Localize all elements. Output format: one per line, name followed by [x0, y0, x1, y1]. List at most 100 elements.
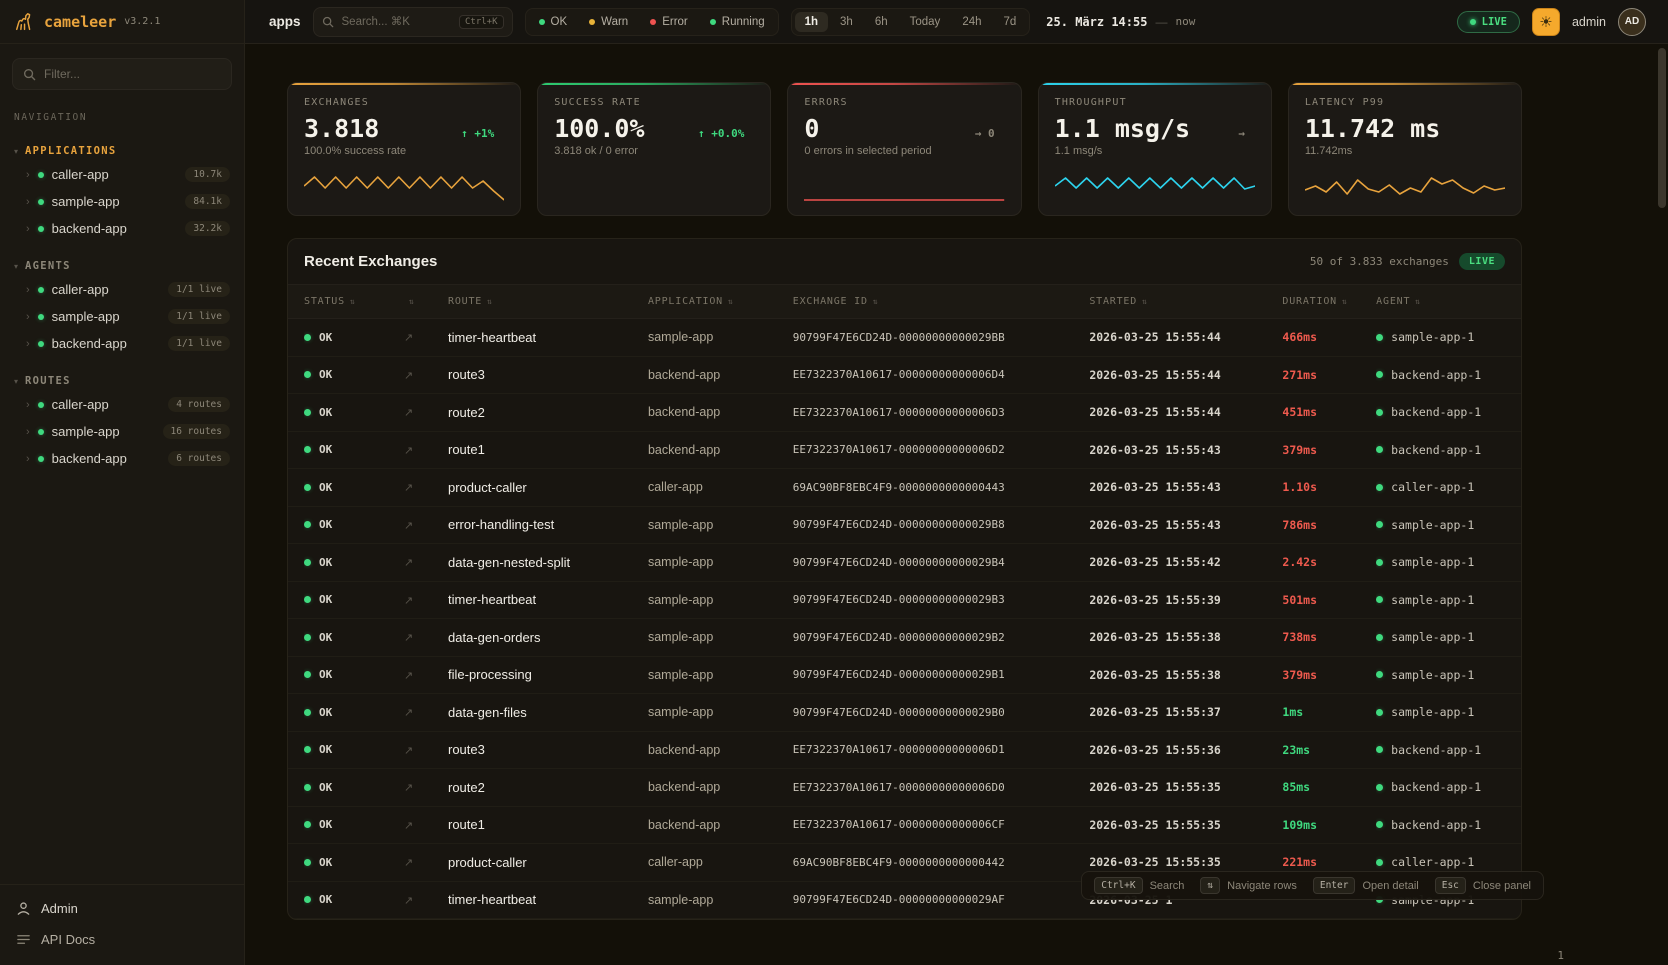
column-header[interactable]: AGENT ⇅: [1376, 296, 1521, 307]
scrollbar-thumb[interactable]: [1658, 48, 1666, 208]
exchange-id-cell: EE7322370A10617-00000000000006D4: [793, 368, 1090, 381]
sidebar-filter-input[interactable]: [44, 67, 221, 81]
column-header[interactable]: STARTED ⇅: [1089, 296, 1282, 307]
column-header[interactable]: ⇅: [404, 297, 448, 306]
started-cell: 2026-03-25 15:55:44: [1089, 405, 1282, 419]
open-link-icon[interactable]: ↗: [404, 557, 413, 569]
status-label: OK: [319, 593, 332, 606]
sidebar-item[interactable]: › caller-app 4 routes: [0, 391, 244, 418]
sidebar-footer: Admin API Docs: [0, 884, 244, 965]
sidebar-item[interactable]: › backend-app 6 routes: [0, 445, 244, 472]
time-range-button[interactable]: Today: [900, 12, 951, 32]
open-link-icon[interactable]: ↗: [404, 670, 413, 682]
time-window: 25. März 14:55 — now: [1046, 15, 1195, 29]
started-cell: 2026-03-25 15:55:39: [1089, 593, 1282, 607]
sidebar-item[interactable]: › caller-app 1/1 live: [0, 276, 244, 303]
agent-label: backend-app-1: [1391, 743, 1481, 757]
live-toggle[interactable]: LIVE: [1457, 11, 1520, 33]
table-row[interactable]: OK ↗ timer-heartbeat sample-app 90799F47…: [288, 319, 1521, 357]
open-link-icon[interactable]: ↗: [404, 407, 413, 419]
now-label: now: [1175, 15, 1195, 28]
table-row[interactable]: OK ↗ route1 backend-app EE7322370A10617-…: [288, 432, 1521, 470]
sidebar-item-label: backend-app: [52, 336, 161, 351]
open-link-icon[interactable]: ↗: [404, 370, 413, 382]
table-row[interactable]: OK ↗ route3 backend-app EE7322370A10617-…: [288, 357, 1521, 395]
open-link-icon[interactable]: ↗: [404, 895, 413, 907]
table-row[interactable]: OK ↗ route2 backend-app EE7322370A10617-…: [288, 394, 1521, 432]
open-link-icon[interactable]: ↗: [404, 857, 413, 869]
avatar[interactable]: AD: [1618, 8, 1646, 36]
time-range-button[interactable]: 1h: [795, 12, 828, 32]
sidebar-item[interactable]: › sample-app 16 routes: [0, 418, 244, 445]
section-header-routes[interactable]: ▾ ROUTES: [0, 371, 244, 391]
sidebar-item-badge: 4 routes: [168, 397, 230, 412]
status-filter-chip[interactable]: OK: [529, 12, 578, 32]
sidebar-item[interactable]: › backend-app 1/1 live: [0, 330, 244, 357]
table-row[interactable]: OK ↗ data-gen-nested-split sample-app 90…: [288, 544, 1521, 582]
stat-card: EXCHANGES 3.818 ↑ +1% 100.0% success rat…: [287, 82, 521, 216]
sidebar-item[interactable]: › sample-app 1/1 live: [0, 303, 244, 330]
status-filter-chip[interactable]: Error: [640, 12, 698, 32]
time-range-button[interactable]: 3h: [830, 12, 863, 32]
time-range-button[interactable]: 24h: [952, 12, 991, 32]
table-row[interactable]: OK ↗ error-handling-test sample-app 9079…: [288, 507, 1521, 545]
time-range-button[interactable]: 7d: [994, 12, 1027, 32]
sidebar-item-api-docs[interactable]: API Docs: [0, 924, 244, 955]
section-header-applications[interactable]: ▾ APPLICATIONS: [0, 141, 244, 161]
exchange-id-cell: 90799F47E6CD24D-00000000000029B0: [793, 706, 1090, 719]
app-version: v3.2.1: [124, 16, 160, 27]
open-link-icon[interactable]: ↗: [404, 820, 413, 832]
exchange-id-cell: 90799F47E6CD24D-00000000000029AF: [793, 893, 1090, 906]
table-row[interactable]: OK ↗ data-gen-files sample-app 90799F47E…: [288, 694, 1521, 732]
open-link-icon[interactable]: ↗: [404, 707, 413, 719]
open-link-icon[interactable]: ↗: [404, 332, 413, 344]
section-header-agents[interactable]: ▾ AGENTS: [0, 256, 244, 276]
search-input[interactable]: [342, 16, 451, 28]
duration-cell: 451ms: [1282, 405, 1376, 419]
column-header[interactable]: APPLICATION ⇅: [648, 296, 793, 307]
status-filter-label: Running: [722, 16, 765, 28]
open-link-icon[interactable]: ↗: [404, 445, 413, 457]
scrollbar[interactable]: [1658, 48, 1666, 958]
table-row[interactable]: OK ↗ timer-heartbeat sample-app 90799F47…: [288, 582, 1521, 620]
column-header[interactable]: EXCHANGE ID ⇅: [793, 296, 1090, 307]
table-row[interactable]: OK ↗ file-processing sample-app 90799F47…: [288, 657, 1521, 695]
sidebar-item[interactable]: › sample-app 84.1k: [0, 188, 244, 215]
status-filter-chip[interactable]: Warn: [579, 12, 638, 32]
column-header[interactable]: STATUS ⇅: [304, 296, 404, 307]
column-header[interactable]: ROUTE ⇅: [448, 296, 648, 307]
agent-cell: backend-app-1: [1376, 368, 1521, 382]
column-header[interactable]: DURATION ⇅: [1282, 296, 1376, 307]
recent-exchanges-panel: Recent Exchanges 50 of 3.833 exchanges L…: [287, 238, 1522, 920]
agent-status-dot: [1376, 709, 1383, 716]
status-dot: [38, 314, 44, 320]
open-link-icon[interactable]: ↗: [404, 782, 413, 794]
sidebar-item[interactable]: › caller-app 10.7k: [0, 161, 244, 188]
open-link-icon[interactable]: ↗: [404, 745, 413, 757]
status-filter-chip[interactable]: Running: [700, 12, 775, 32]
table-row[interactable]: OK ↗ route2 backend-app EE7322370A10617-…: [288, 769, 1521, 807]
route-cell: route2: [448, 780, 648, 795]
table-row[interactable]: OK ↗ product-caller caller-app 69AC90BF8…: [288, 469, 1521, 507]
status-dot: [710, 19, 716, 25]
open-link-icon[interactable]: ↗: [404, 520, 413, 532]
table-row[interactable]: OK ↗ route1 backend-app EE7322370A10617-…: [288, 807, 1521, 845]
table-row[interactable]: OK ↗ route3 backend-app EE7322370A10617-…: [288, 732, 1521, 770]
sidebar-section-agents: ▾ AGENTS › caller-app 1/1 live › s: [0, 256, 244, 357]
duration-cell: 2.42s: [1282, 555, 1376, 569]
open-link-icon[interactable]: ↗: [404, 632, 413, 644]
time-range-button[interactable]: 6h: [865, 12, 898, 32]
sidebar-item-admin[interactable]: Admin: [0, 893, 244, 924]
status-dot: [38, 341, 44, 347]
open-link-icon[interactable]: ↗: [404, 482, 413, 494]
status-label: OK: [319, 781, 332, 794]
open-link-icon[interactable]: ↗: [404, 595, 413, 607]
section-title: ROUTES: [25, 375, 71, 387]
table-row[interactable]: OK ↗ data-gen-orders sample-app 90799F47…: [288, 619, 1521, 657]
live-label: LIVE: [1482, 16, 1507, 28]
exchange-count-summary: 50 of 3.833 exchanges: [1310, 255, 1449, 268]
theme-toggle-button[interactable]: ☀: [1532, 8, 1560, 36]
status-label: OK: [319, 518, 332, 531]
status-label: OK: [319, 481, 332, 494]
sidebar-item[interactable]: › backend-app 32.2k: [0, 215, 244, 242]
